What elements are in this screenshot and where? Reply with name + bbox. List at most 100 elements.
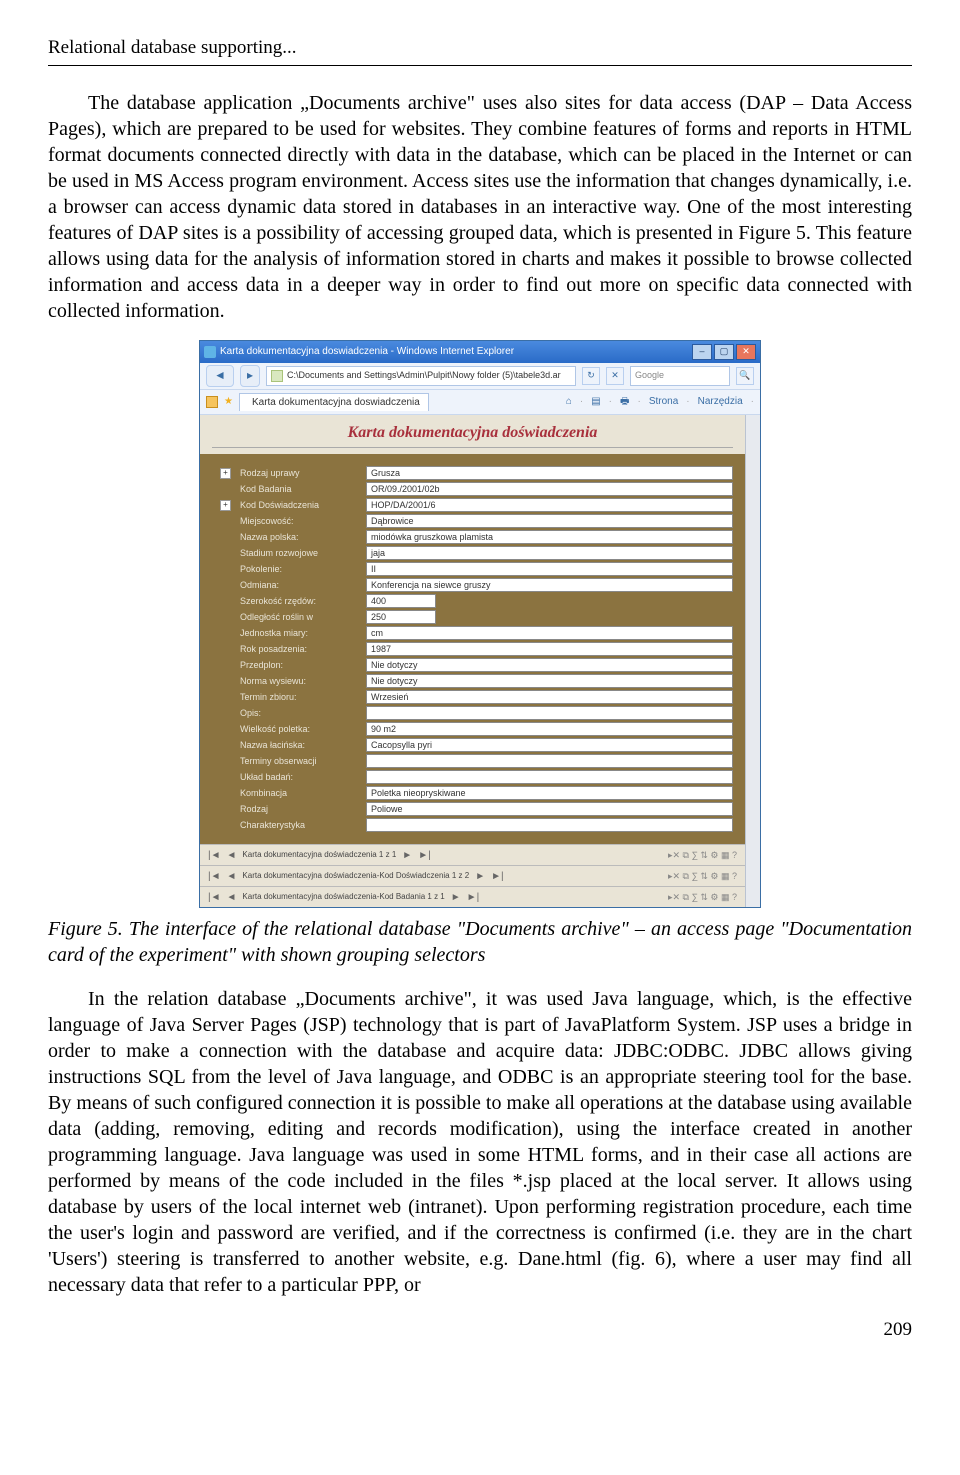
field-value[interactable]: [366, 818, 733, 832]
search-go-button[interactable]: 🔍: [736, 367, 754, 385]
field-value[interactable]: jaja: [366, 546, 733, 560]
window-title: Karta dokumentacyjna doswiadczenia - Win…: [220, 345, 692, 358]
field-label: Nazwa polska:: [240, 532, 360, 544]
field-value[interactable]: Konferencja na siewce gruszy: [366, 578, 733, 592]
record-navigator-2[interactable]: |◄ ◄ Karta dokumentacyjna doświadczenia-…: [200, 865, 745, 886]
favorites-star-icon[interactable]: ★: [224, 395, 233, 408]
search-box[interactable]: Google: [630, 366, 730, 386]
next-record-icon[interactable]: ►: [451, 891, 461, 904]
expand-icon[interactable]: +: [220, 500, 231, 511]
form-row: Nazwa łacińska:Cacopsylla pyri: [220, 738, 733, 752]
field-value[interactable]: 400: [366, 594, 436, 608]
field-value[interactable]: [366, 754, 733, 768]
form-row: Rok posadzenia:1987: [220, 642, 733, 656]
browser-tab[interactable]: Karta dokumentacyjna doswiadczenia: [239, 393, 429, 411]
record-navigator-1[interactable]: |◄ ◄ Karta dokumentacyjna doświadczenia …: [200, 844, 745, 865]
field-value[interactable]: Cacopsylla pyri: [366, 738, 733, 752]
page-title: Karta dokumentacyjna doświadczenia: [212, 423, 733, 444]
field-value[interactable]: Grusza: [366, 466, 733, 480]
figure-5-wrapper: Karta dokumentacyjna doswiadczenia - Win…: [48, 340, 912, 909]
form-row: Opis:: [220, 706, 733, 720]
field-value[interactable]: II: [366, 562, 733, 576]
tools-menu[interactable]: Narzędzia: [698, 395, 743, 408]
field-label: Wielkość poletka:: [240, 724, 360, 736]
field-value[interactable]: miodówka gruszkowa plamista: [366, 530, 733, 544]
field-value[interactable]: Poletka nieopryskiwane: [366, 786, 733, 800]
field-value[interactable]: HOP/DA/2001/6: [366, 498, 733, 512]
feed-icon[interactable]: ▤: [591, 395, 600, 408]
field-label: Rodzaj: [240, 804, 360, 816]
maximize-button[interactable]: ▢: [714, 344, 734, 360]
form-row: Odległość roślin w250: [220, 610, 733, 624]
last-record-icon[interactable]: ►|: [418, 849, 431, 862]
ie-icon: [204, 346, 216, 358]
figure-5-caption: Figure 5. The interface of the relationa…: [48, 916, 912, 968]
navigator-tools: ▸✕ ⧉ ∑ ⇅ ⚙ ▦ ?: [668, 871, 737, 883]
form-row: Rodzaj Poliowe: [220, 802, 733, 816]
address-text: C:\Documents and Settings\Admin\Pulpit\N…: [287, 370, 561, 382]
next-record-icon[interactable]: ►: [402, 849, 412, 862]
forward-button[interactable]: ▸: [240, 365, 260, 387]
field-value[interactable]: Wrzesień: [366, 690, 733, 704]
field-value[interactable]: cm: [366, 626, 733, 640]
prev-record-icon[interactable]: ◄: [227, 870, 237, 883]
print-icon[interactable]: 🖶: [620, 395, 629, 408]
refresh-button[interactable]: ↻: [582, 367, 600, 385]
home-icon[interactable]: ⌂: [566, 395, 572, 408]
last-record-icon[interactable]: ►|: [467, 891, 480, 904]
vertical-scrollbar[interactable]: [745, 415, 760, 908]
next-record-icon[interactable]: ►: [475, 870, 485, 883]
field-value[interactable]: Dąbrowice: [366, 514, 733, 528]
back-button[interactable]: ◄: [206, 365, 234, 387]
form-row: Wielkość poletka: 90 m2: [220, 722, 733, 736]
first-record-icon[interactable]: |◄: [208, 849, 221, 862]
navigator-label: Karta dokumentacyjna doświadczenia-Kod B…: [242, 892, 444, 902]
field-value[interactable]: [366, 770, 733, 784]
content-viewport: Karta dokumentacyjna doświadczenia +Rodz…: [200, 415, 760, 908]
form-row: Norma wysiewu: Nie dotyczy: [220, 674, 733, 688]
page-icon: [271, 370, 283, 382]
field-value[interactable]: [366, 706, 733, 720]
body-paragraph-2: In the relation database „Documents arch…: [48, 986, 912, 1298]
form-row: Termin zbioru:Wrzesień: [220, 690, 733, 704]
window-titlebar: Karta dokumentacyjna doswiadczenia - Win…: [200, 341, 760, 363]
title-underline: [212, 447, 733, 448]
form-row: Pokolenie:II: [220, 562, 733, 576]
prev-record-icon[interactable]: ◄: [227, 891, 237, 904]
field-label: Norma wysiewu:: [240, 676, 360, 688]
field-value[interactable]: Poliowe: [366, 802, 733, 816]
field-value[interactable]: 1987: [366, 642, 733, 656]
field-value[interactable]: OR/09./2001/02b: [366, 482, 733, 496]
tab-title: Karta dokumentacyjna doswiadczenia: [252, 396, 420, 409]
page-menu[interactable]: Strona: [649, 395, 678, 408]
record-navigator-3[interactable]: |◄ ◄ Karta dokumentacyjna doświadczenia-…: [200, 886, 745, 907]
form-row: Stadium rozwojowejaja: [220, 546, 733, 560]
field-label: Charakterystyka: [240, 820, 360, 832]
field-label: Opis:: [240, 708, 360, 720]
navigator-label: Karta dokumentacyjna doświadczenia-Kod D…: [242, 871, 469, 881]
field-value[interactable]: 90 m2: [366, 722, 733, 736]
first-record-icon[interactable]: |◄: [208, 870, 221, 883]
stop-button[interactable]: ✕: [606, 367, 624, 385]
page-number: 209: [48, 1318, 912, 1343]
expand-icon[interactable]: +: [220, 468, 231, 479]
form-row: Przedplon:Nie dotyczy: [220, 658, 733, 672]
navigator-label: Karta dokumentacyjna doświadczenia 1 z 1: [242, 850, 396, 860]
field-value[interactable]: Nie dotyczy: [366, 658, 733, 672]
address-bar[interactable]: C:\Documents and Settings\Admin\Pulpit\N…: [266, 366, 576, 386]
form-row: Miejscowość:Dąbrowice: [220, 514, 733, 528]
field-label: Odmiana:: [240, 580, 360, 592]
first-record-icon[interactable]: |◄: [208, 891, 221, 904]
close-button[interactable]: ✕: [736, 344, 756, 360]
form-row: Układ badań:: [220, 770, 733, 784]
field-value[interactable]: Nie dotyczy: [366, 674, 733, 688]
field-label: Jednostka miary:: [240, 628, 360, 640]
header-rule: [48, 65, 912, 66]
last-record-icon[interactable]: ►|: [491, 870, 504, 883]
minimize-button[interactable]: –: [692, 344, 712, 360]
prev-record-icon[interactable]: ◄: [227, 849, 237, 862]
form-row: Odmiana: Konferencja na siewce gruszy: [220, 578, 733, 592]
form-row: +Rodzaj uprawyGrusza: [220, 466, 733, 480]
field-value[interactable]: 250: [366, 610, 436, 624]
favorites-icon[interactable]: [206, 396, 218, 408]
